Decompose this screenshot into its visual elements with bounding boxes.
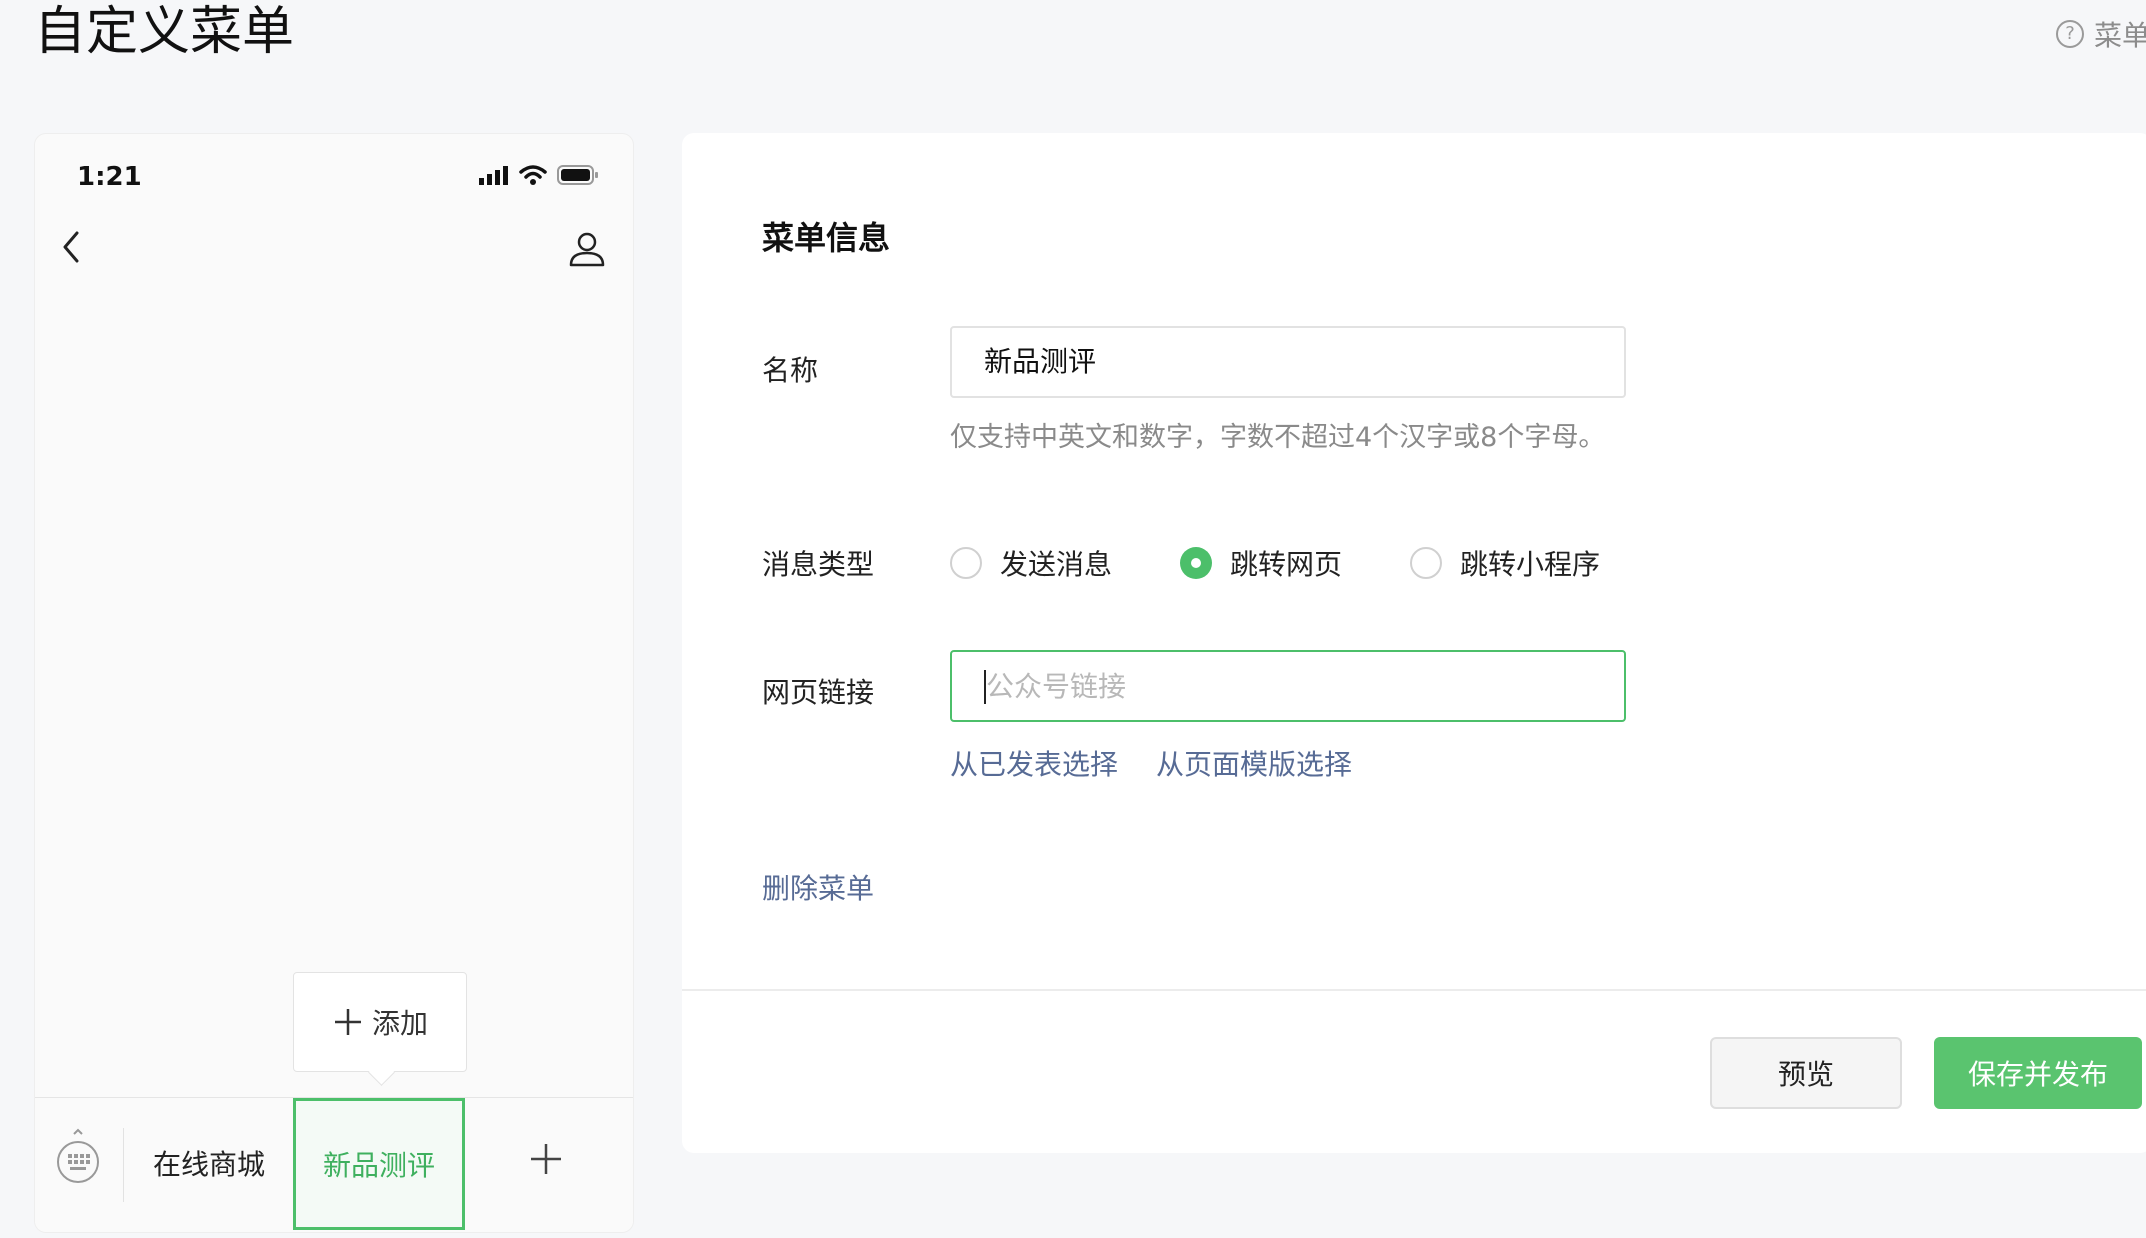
add-submenu-label: 添加 — [371, 1007, 428, 1040]
radio-send-message[interactable]: 发送消息 — [950, 543, 1112, 583]
webpage-link-field[interactable] — [950, 650, 1626, 722]
webpage-link-label: 网页链接 — [762, 676, 875, 709]
phone-menu-bar: 在线商城 新品测评 — [35, 1097, 633, 1232]
user-profile-icon[interactable] — [567, 229, 607, 269]
radio-label: 跳转小程序 — [1460, 548, 1601, 581]
delete-menu-link[interactable]: 删除菜单 — [762, 867, 874, 907]
select-from-template-link[interactable]: 从页面模版选择 — [1156, 743, 1352, 783]
name-label: 名称 — [762, 354, 819, 387]
select-from-published-link[interactable]: 从已发表选择 — [950, 743, 1118, 783]
menu-info-panel: 菜单信息 名称 新品测评 仅支持中英文和数字，字数不超过4个汉字或8个字母。 消… — [682, 133, 2146, 1153]
add-menu-plus-icon[interactable] — [529, 1142, 563, 1176]
name-input[interactable]: 新品测评 — [950, 326, 1626, 398]
name-hint: 仅支持中英文和数字，字数不超过4个汉字或8个字母。 — [950, 422, 1606, 453]
radio-circle — [1410, 547, 1443, 579]
keyboard-toggle-icon[interactable] — [55, 1128, 101, 1188]
radio-circle — [950, 547, 982, 579]
back-arrow-icon[interactable] — [53, 227, 93, 267]
save-and-publish-button[interactable]: 保存并发布 — [1934, 1037, 2142, 1109]
menu-item-online-mall[interactable]: 在线商城 — [125, 1098, 293, 1228]
preview-button[interactable]: 预览 — [1710, 1037, 1902, 1109]
help-link-label: 菜单 — [2094, 19, 2146, 52]
section-title: 菜单信息 — [762, 219, 891, 257]
message-type-label: 消息类型 — [762, 548, 875, 581]
question-circle-icon: ? — [2056, 20, 2084, 48]
radio-jump-webpage[interactable]: 跳转网页 — [1180, 543, 1342, 583]
message-type-radio-group: 发送消息 跳转网页 跳转小程序 — [950, 543, 1668, 583]
radio-label: 发送消息 — [1000, 548, 1113, 581]
page-title: 自定义菜单 — [34, 2, 295, 62]
radio-circle-checked — [1180, 547, 1213, 579]
add-submenu-button[interactable]: 添加 — [293, 972, 467, 1072]
radio-jump-miniprogram[interactable]: 跳转小程序 — [1410, 543, 1600, 583]
menu-help-link[interactable]: ? 菜单 — [2056, 14, 2146, 54]
menu-divider — [123, 1128, 124, 1202]
signal-icon — [479, 166, 508, 185]
plus-icon — [334, 1009, 361, 1035]
status-time: 1:21 — [77, 162, 142, 192]
status-icons — [479, 164, 599, 186]
custom-menu-page: 自定义菜单 ? 菜单 1:21 添加 在线商城 新品测评 菜单信息 名称 新品测… — [0, 0, 2146, 1238]
radio-label: 跳转网页 — [1230, 548, 1343, 581]
phone-preview: 1:21 添加 在线商城 新品测评 — [34, 133, 634, 1233]
webpage-link-input[interactable] — [986, 652, 1606, 720]
panel-divider — [682, 989, 2146, 991]
battery-icon — [557, 165, 598, 185]
wifi-icon — [519, 165, 547, 185]
link-source-options: 从已发表选择 从页面模版选择 — [950, 743, 1352, 783]
menu-item-new-product-review[interactable]: 新品测评 — [293, 1098, 465, 1230]
